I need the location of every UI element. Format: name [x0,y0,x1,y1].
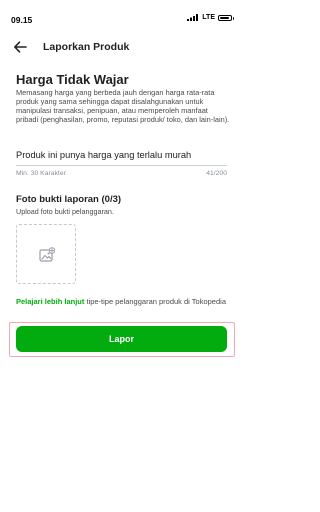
submit-report-button[interactable]: Lapor [16,326,227,352]
report-reason-title: Harga Tidak Wajar [16,72,129,87]
photo-evidence-title: Foto bukti laporan (0/3) [16,194,122,205]
character-counter: 41/200 [206,170,227,177]
status-time: 09.15 [11,15,33,25]
status-bar: 09.15 LTE [0,0,244,36]
photo-upload-slot[interactable] [16,224,76,284]
report-detail-input[interactable] [16,150,227,166]
learn-more-link[interactable]: Pelajari lebih lanjut [16,297,84,306]
network-type: LTE [202,14,215,21]
battery-level [220,16,229,19]
back-arrow-icon[interactable] [12,39,28,55]
learn-more-text: Pelajari lebih lanjut tipe-tipe pelangga… [16,297,231,307]
status-indicators: LTE [187,14,234,21]
battery-icon [218,14,234,21]
report-reason-description: Memasang harga yang berbeda jauh dengan … [16,88,230,125]
learn-more-description: tipe-tipe pelanggaran produk di Tokopedi… [84,297,226,306]
add-image-icon [39,247,55,262]
min-characters-hint: Min. 30 Karakter [16,170,66,177]
page-title: Laporkan Produk [43,41,130,53]
top-app-bar: Laporkan Produk [0,36,244,58]
report-detail-helper: Min. 30 Karakter 41/200 [16,170,227,177]
photo-evidence-subtitle: Upload foto bukti pelanggaran. [16,207,114,216]
signal-icon [187,14,199,21]
